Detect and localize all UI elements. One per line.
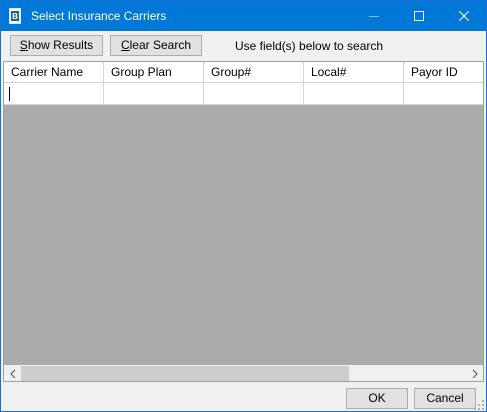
local-number-search-input[interactable] — [304, 83, 403, 105]
carrier-name-search-input[interactable] — [4, 83, 103, 105]
group-number-search-input[interactable] — [204, 83, 303, 105]
clear-search-button[interactable]: Clear Search — [110, 35, 202, 56]
horizontal-scrollbar[interactable] — [4, 365, 483, 381]
grid-header-row: Carrier Name Group Plan Group# Local# Pa… — [4, 62, 483, 83]
text-cursor — [9, 87, 10, 101]
column-header-payor-id[interactable]: Payor ID — [404, 62, 483, 83]
ok-mnemonic: O — [368, 391, 378, 405]
payor-id-search-input[interactable] — [404, 83, 483, 105]
show-results-label: how Results — [27, 38, 94, 52]
column-header-group-number[interactable]: Group# — [204, 62, 304, 83]
ok-button[interactable]: OK — [346, 388, 408, 409]
clear-search-label: lear Search — [129, 38, 192, 52]
scroll-left-button[interactable] — [4, 365, 21, 381]
window-title: Select Insurance Carriers — [31, 9, 167, 23]
search-filter-row — [4, 83, 483, 105]
scroll-right-arrow-icon — [472, 369, 478, 378]
minimize-icon — [368, 16, 379, 17]
resize-grip-icon[interactable] — [473, 399, 485, 411]
select-insurance-carriers-dialog: B Select Insurance Carriers Show Results… — [0, 0, 487, 412]
toolbar: Show Results Clear Search Use field(s) b… — [1, 31, 486, 61]
horizontal-scroll-thumb[interactable] — [21, 366, 349, 381]
filter-cell-group-plan — [104, 83, 204, 105]
carriers-grid[interactable]: Carrier Name Group Plan Group# Local# Pa… — [3, 61, 484, 382]
cancel-button[interactable]: Cancel — [414, 388, 476, 409]
close-button[interactable] — [441, 1, 486, 31]
filter-cell-carrier-name — [4, 83, 104, 105]
maximize-button[interactable] — [396, 1, 441, 31]
clear-search-mnemonic: C — [120, 38, 130, 52]
filter-cell-group-number — [204, 83, 304, 105]
scroll-right-button[interactable] — [466, 365, 483, 381]
minimize-button[interactable] — [351, 1, 396, 31]
maximize-icon — [413, 11, 424, 21]
group-plan-search-input[interactable] — [104, 83, 203, 105]
show-results-button[interactable]: Show Results — [10, 35, 103, 56]
ok-label: K — [377, 391, 386, 405]
close-icon — [458, 11, 469, 21]
cancel-mnemonic: l — [461, 391, 464, 405]
show-results-mnemonic: S — [19, 38, 28, 52]
cancel-label: Cance — [426, 391, 461, 405]
title-bar[interactable]: B Select Insurance Carriers — [1, 1, 486, 31]
filter-cell-local-number — [304, 83, 404, 105]
search-hint-label: Use field(s) below to search — [235, 39, 384, 53]
column-header-local-number[interactable]: Local# — [304, 62, 404, 83]
filter-cell-payor-id — [404, 83, 483, 105]
scroll-left-arrow-icon — [9, 369, 15, 378]
column-header-group-plan[interactable]: Group Plan — [104, 62, 204, 83]
svg-text:B: B — [12, 12, 18, 21]
app-icon: B — [9, 8, 21, 24]
column-header-carrier-name[interactable]: Carrier Name — [4, 62, 104, 83]
